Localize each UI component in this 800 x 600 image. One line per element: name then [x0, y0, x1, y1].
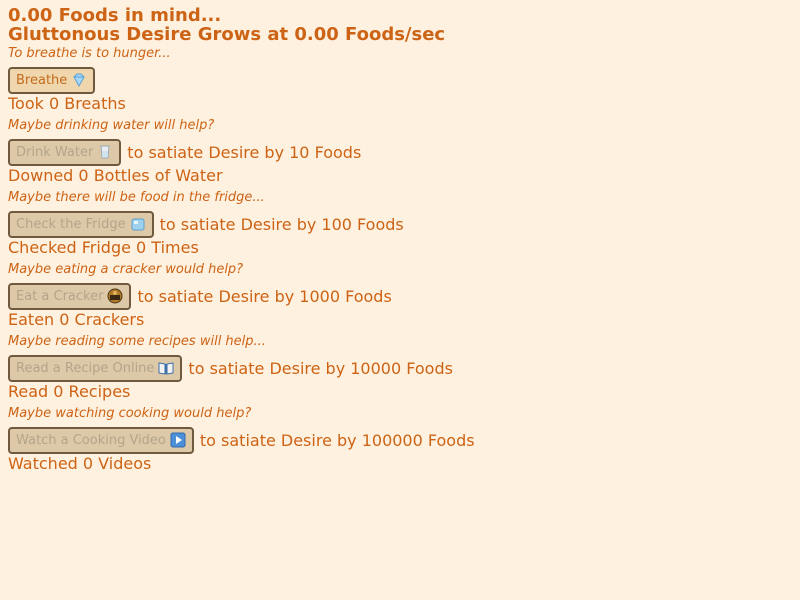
water-row: Drink Water to satiate Desire by 10 Food…	[8, 138, 792, 166]
cracker-count: Eaten 0 Crackers	[8, 310, 145, 329]
fridge-count: Checked Fridge 0 Times	[8, 238, 199, 257]
breathe-button[interactable]: Breathe	[8, 66, 96, 94]
fridge-row: Check the Fridge to satiate Desire by 10…	[8, 210, 792, 238]
video-flavor-text: Maybe watching cooking would help?	[8, 406, 252, 421]
video-count: Watched 0 Videos	[8, 454, 152, 473]
read-recipe-button[interactable]: Read a Recipe Online	[8, 354, 183, 382]
breathe-flavor-text: To breathe is to hunger...	[8, 46, 171, 61]
read-recipe-effect: to satiate Desire by 10000 Foods	[188, 358, 453, 378]
eat-cracker-button[interactable]: Eat a Cracker	[8, 282, 132, 310]
eat-cracker-button-label: Eat a Cracker	[16, 288, 104, 304]
cracker-icon	[107, 288, 123, 304]
recipe-flavor-text: Maybe reading some recipes will help...	[8, 334, 266, 349]
glass-of-water-icon	[97, 144, 113, 160]
video-row: Watch a Cooking Video to satiate Desire …	[8, 426, 792, 454]
drink-water-effect: to satiate Desire by 10 Foods	[127, 142, 362, 162]
cracker-row: Eat a Cracker to satiate Desire by 1000 …	[8, 282, 792, 310]
breathe-row: Breathe	[8, 66, 792, 94]
cracker-flavor-text: Maybe eating a cracker would help?	[8, 262, 244, 277]
foods-counter: 0.00 Foods in mind...	[8, 5, 222, 26]
read-recipe-button-label: Read a Recipe Online	[16, 360, 155, 376]
watch-video-button[interactable]: Watch a Cooking Video	[8, 426, 194, 454]
gem-icon	[71, 72, 87, 88]
fridge-flavor-text: Maybe there will be food in the fridge..…	[8, 190, 265, 205]
water-count: Downed 0 Bottles of Water	[8, 166, 223, 185]
check-fridge-button[interactable]: Check the Fridge	[8, 210, 154, 238]
drink-water-button-label: Drink Water	[16, 144, 94, 160]
breathe-button-label: Breathe	[16, 72, 68, 88]
check-fridge-button-label: Check the Fridge	[16, 216, 126, 232]
desire-rate: Gluttonous Desire Grows at 0.00 Foods/se…	[8, 24, 446, 45]
watch-video-effect: to satiate Desire by 100000 Foods	[199, 430, 475, 450]
game-panel: 0.00 Foods in mind... Gluttonous Desire …	[0, 0, 800, 474]
check-fridge-effect: to satiate Desire by 100 Foods	[159, 214, 404, 234]
watch-video-button-label: Watch a Cooking Video	[16, 432, 166, 448]
recipe-row: Read a Recipe Online to satiate Desire b…	[8, 354, 792, 382]
drink-water-button[interactable]: Drink Water	[8, 138, 122, 166]
water-flavor-text: Maybe drinking water will help?	[8, 118, 215, 133]
eat-cracker-effect: to satiate Desire by 1000 Foods	[137, 286, 392, 306]
recipe-count: Read 0 Recipes	[8, 382, 131, 401]
play-button-icon	[170, 432, 186, 448]
breaths-count: Took 0 Breaths	[8, 94, 126, 113]
open-book-icon	[158, 360, 174, 376]
ice-cube-icon	[130, 216, 146, 232]
